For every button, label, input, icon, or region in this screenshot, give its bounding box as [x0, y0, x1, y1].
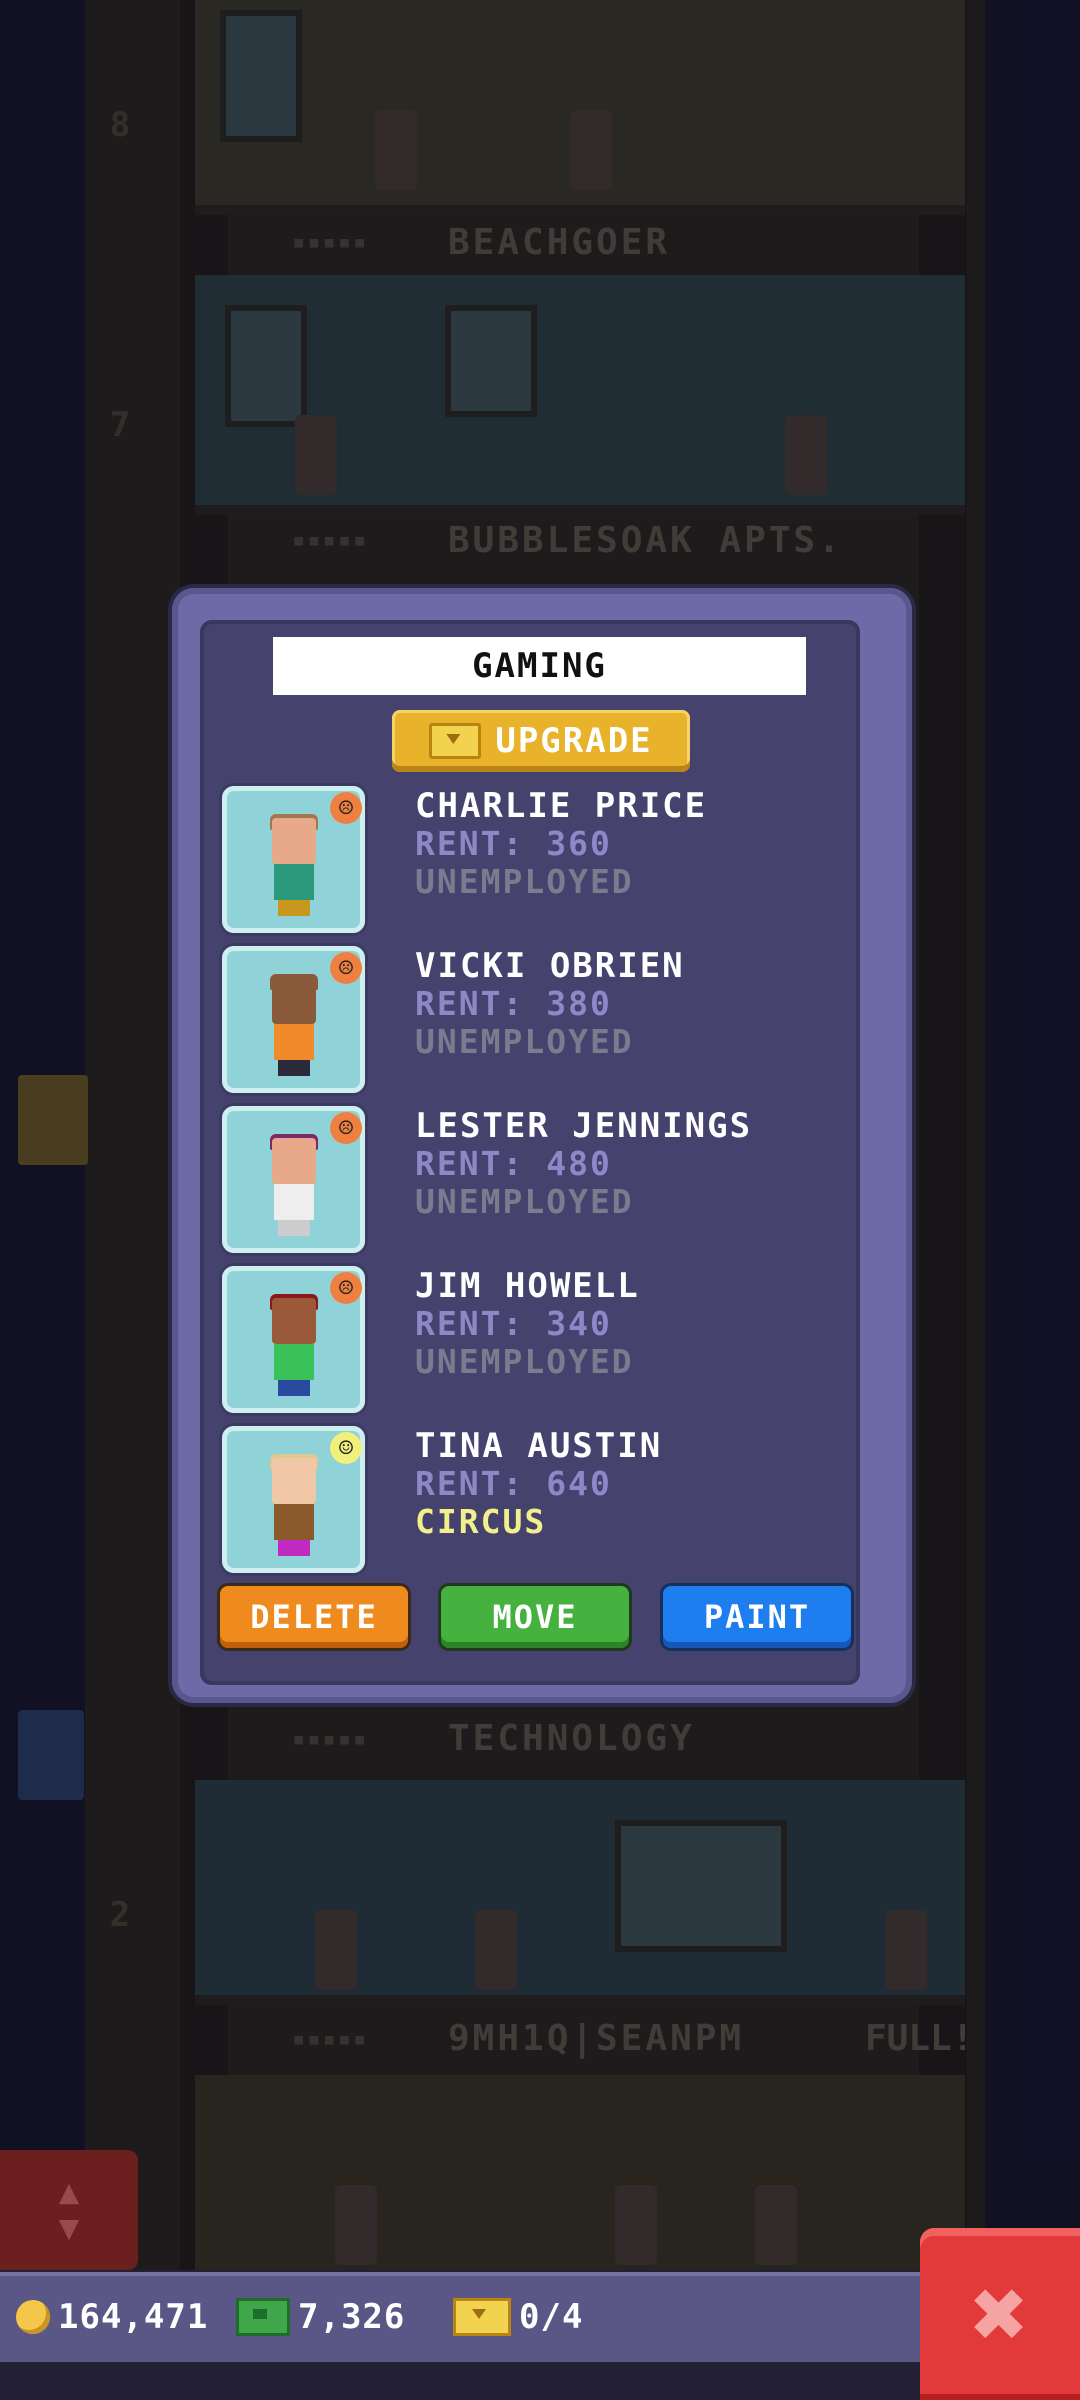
- resident-name: TINA AUSTIN: [415, 1426, 663, 1466]
- elevator-button[interactable]: ▲ ▼: [0, 2150, 138, 2270]
- resident-rent: RENT: 480: [415, 1144, 612, 1183]
- sad-face-icon: ☹: [330, 1272, 362, 1304]
- resident-portrait[interactable]: ☹: [222, 1266, 365, 1413]
- resident-row[interactable]: ☹ JIM HOWELL RENT: 340 UNEMPLOYED: [222, 1266, 862, 1418]
- sad-face-icon: ☹: [330, 952, 362, 984]
- neutral-face-icon: ☺: [330, 1432, 362, 1464]
- resident-job: UNEMPLOYED: [415, 1022, 634, 1061]
- close-button[interactable]: ✖: [920, 2228, 1080, 2400]
- resident-portrait[interactable]: ☹: [222, 786, 365, 933]
- resident-job: UNEMPLOYED: [415, 1182, 634, 1221]
- floor-name-input[interactable]: [273, 637, 806, 695]
- cash-counter: 7,326: [236, 2297, 405, 2337]
- resident-name: VICKI OBRIEN: [415, 946, 685, 986]
- upgrade-label: UPGRADE: [495, 721, 653, 761]
- sad-face-icon: ☹: [330, 1112, 362, 1144]
- resident-rent: RENT: 340: [415, 1304, 612, 1343]
- move-button[interactable]: MOVE: [441, 1586, 629, 1648]
- resident-rent: RENT: 360: [415, 824, 612, 863]
- resident-avatar: [268, 974, 320, 1078]
- cash-value: 7,326: [298, 2297, 406, 2337]
- coins-counter: 164,471: [16, 2297, 208, 2337]
- resident-row[interactable]: ☹ LESTER JENNINGS RENT: 480 UNEMPLOYED: [222, 1106, 862, 1258]
- close-icon: ✖: [971, 2258, 1029, 2370]
- resident-name: CHARLIE PRICE: [415, 786, 708, 826]
- tower-bux-icon: [453, 2298, 511, 2336]
- resident-name: JIM HOWELL: [415, 1266, 640, 1306]
- cash-icon: [236, 2298, 290, 2336]
- coins-value: 164,471: [58, 2297, 209, 2337]
- resident-portrait[interactable]: ☺: [222, 1426, 365, 1573]
- resident-rent: RENT: 380: [415, 984, 612, 1023]
- elevator-arrows-icon: ▲ ▼: [58, 2172, 80, 2248]
- resident-job: UNEMPLOYED: [415, 1342, 634, 1381]
- tower-bux-icon: [429, 723, 482, 759]
- upgrade-button[interactable]: UPGRADE: [392, 710, 690, 772]
- resident-row[interactable]: ☺ TINA AUSTIN RENT: 640 CIRCUS: [222, 1426, 862, 1578]
- paint-button[interactable]: PAINT: [663, 1586, 851, 1648]
- resident-avatar: [268, 814, 320, 918]
- bux-value: 0/4: [519, 2297, 584, 2337]
- sad-face-icon: ☹: [330, 792, 362, 824]
- resident-avatar: [268, 1134, 320, 1238]
- resident-job: UNEMPLOYED: [415, 862, 634, 901]
- delete-button[interactable]: DELETE: [220, 1586, 408, 1648]
- resident-avatar: [268, 1454, 320, 1558]
- resident-job: CIRCUS: [415, 1502, 547, 1541]
- resident-avatar: [268, 1294, 320, 1398]
- resident-portrait[interactable]: ☹: [222, 1106, 365, 1253]
- resident-portrait[interactable]: ☹: [222, 946, 365, 1093]
- coin-icon: [16, 2300, 50, 2334]
- resident-rent: RENT: 640: [415, 1464, 612, 1503]
- resident-row[interactable]: ☹ CHARLIE PRICE RENT: 360 UNEMPLOYED: [222, 786, 862, 938]
- resident-name: LESTER JENNINGS: [415, 1106, 753, 1146]
- resident-row[interactable]: ☹ VICKI OBRIEN RENT: 380 UNEMPLOYED: [222, 946, 862, 1098]
- bux-counter[interactable]: 0/4: [453, 2297, 583, 2337]
